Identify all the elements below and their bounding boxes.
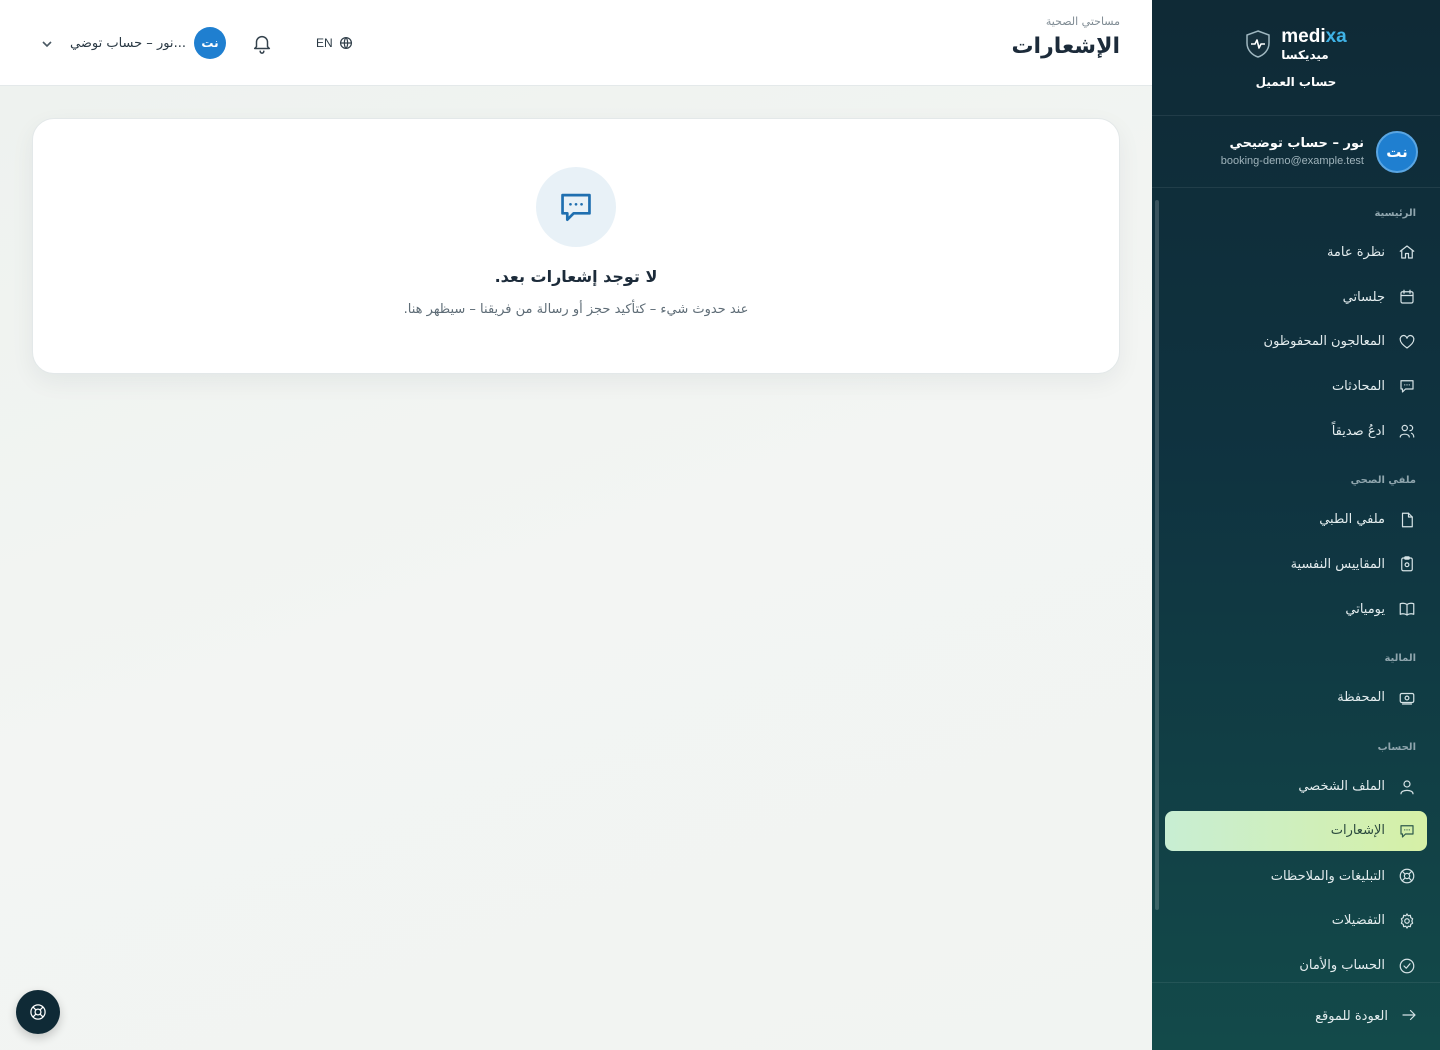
- book-icon: [1397, 599, 1417, 619]
- avatar[interactable]: نت: [1376, 130, 1418, 173]
- page-title: الإشعارات: [1011, 34, 1120, 59]
- arrow-right-icon: [1400, 1006, 1418, 1028]
- main-content: لا توجد إشعارات بعد. عند حدوث شيء – كتأك…: [0, 86, 1152, 1050]
- sidebar-item-label: يومياتي: [1345, 601, 1385, 617]
- lifebuoy-icon: [30, 1004, 46, 1020]
- calendar-icon: [1397, 287, 1417, 307]
- top-header: مساحتي الصحية الإشعارات نور – حساب توضي.…: [0, 0, 1152, 86]
- check-circle-icon: [1397, 956, 1417, 976]
- back-to-site-label: العودة للموقع: [1315, 1009, 1388, 1024]
- user-card: نت نور – حساب توضيحي booking-demo@exampl…: [1152, 116, 1440, 188]
- sidebar-item-record[interactable]: ملفي الطبي: [1165, 497, 1427, 542]
- sidebar-item-notifications[interactable]: الإشعارات: [1165, 810, 1427, 851]
- sidebar-item-sessions[interactable]: جلساتي: [1165, 275, 1427, 320]
- section-label-finance: المالية: [1384, 653, 1416, 664]
- sidebar-item-label: التفضيلات: [1331, 913, 1385, 929]
- empty-state-title: لا توجد إشعارات بعد.: [494, 267, 658, 286]
- user-email: booking-demo@example.test: [1220, 155, 1364, 167]
- sidebar-item-label: المعالجون المحفوظون: [1263, 334, 1385, 350]
- bell-icon[interactable]: [248, 29, 276, 57]
- users-icon: [1397, 421, 1417, 441]
- brand-name-en: medixa: [1281, 25, 1347, 47]
- chat-icon: [536, 167, 616, 247]
- brand: medixa ميديكسا حساب العميل: [1152, 0, 1440, 116]
- brand-name-ar: ميديكسا: [1281, 47, 1329, 62]
- user-name: نور – حساب توضيحي: [1229, 136, 1364, 151]
- home-icon: [1397, 242, 1417, 262]
- sidebar-item-label: ملفي الطبي: [1319, 512, 1385, 528]
- sidebar-item-invite[interactable]: ادعُ صديقاً: [1165, 409, 1427, 454]
- file-icon: [1397, 510, 1417, 530]
- section-label-health: ملفي الصحي: [1350, 474, 1416, 486]
- header-tools: نور – حساب توضي... نت EN: [40, 26, 353, 60]
- sidebar-item-chats[interactable]: المحادثات: [1165, 364, 1427, 409]
- sidebar-item-label: الإشعارات: [1330, 823, 1385, 839]
- sidebar-item-label: ادعُ صديقاً: [1331, 423, 1385, 439]
- chat-icon: [1397, 821, 1417, 841]
- sidebar-item-label: الحساب والأمان: [1299, 958, 1385, 974]
- sidebar-item-reports[interactable]: التبليغات والملاحظات: [1165, 854, 1427, 899]
- empty-state-card: لا توجد إشعارات بعد. عند حدوث شيء – كتأك…: [32, 118, 1120, 374]
- sidebar-item-label: المقاييس النفسية: [1290, 556, 1385, 572]
- sidebar-item-label: التبليغات والملاحظات: [1270, 868, 1385, 884]
- sidebar-item-preferences[interactable]: التفضيلات: [1165, 899, 1427, 944]
- user-icon: [1397, 777, 1417, 797]
- sidebar-item-profile[interactable]: الملف الشخصي: [1165, 764, 1427, 809]
- sidebar-item-journal[interactable]: يومياتي: [1165, 587, 1427, 632]
- wallet-icon: [1397, 688, 1417, 708]
- lifebuoy-icon: [1397, 866, 1417, 886]
- sidebar-item-label: المحادثات: [1331, 378, 1385, 394]
- chevron-down-icon[interactable]: [40, 36, 54, 50]
- sidebar-item-overview[interactable]: نظرة عامة: [1165, 230, 1427, 275]
- clipboard-icon: [1397, 554, 1417, 574]
- back-to-site-link[interactable]: العودة للموقع: [1152, 982, 1440, 1050]
- sidebar-item-label: الملف الشخصي: [1298, 779, 1385, 795]
- sidebar-item-wallet[interactable]: المحفظة: [1165, 676, 1427, 721]
- section-label-main: الرئيسية: [1374, 207, 1416, 219]
- heart-icon: [1397, 332, 1417, 352]
- sidebar: medixa ميديكسا حساب العميل نت نور – حساب…: [1152, 0, 1440, 1050]
- language-switcher[interactable]: EN: [316, 36, 353, 50]
- sidebar-nav: الرئيسية نظرة عامة جلساتي المعالجون المح…: [1152, 196, 1440, 988]
- sidebar-item-label: نظرة عامة: [1326, 244, 1385, 260]
- section-label-account: الحساب: [1377, 741, 1416, 753]
- sidebar-item-saved[interactable]: المعالجون المحفوظون: [1165, 319, 1427, 364]
- avatar[interactable]: نت: [193, 27, 226, 59]
- sidebar-item-scales[interactable]: المقاييس النفسية: [1165, 542, 1427, 587]
- account-menu-label[interactable]: نور – حساب توضي...: [70, 36, 186, 51]
- language-label: EN: [315, 36, 333, 50]
- gear-icon: [1397, 911, 1417, 931]
- help-button[interactable]: [16, 990, 60, 1034]
- sidebar-item-label: المحفظة: [1337, 690, 1385, 706]
- account-type-label: حساب العميل: [1255, 74, 1337, 89]
- logo[interactable]: medixa ميديكسا: [1245, 27, 1347, 61]
- sidebar-item-label: جلساتي: [1342, 289, 1385, 305]
- shield-logo-icon: [1246, 29, 1270, 58]
- breadcrumb[interactable]: مساحتي الصحية: [1011, 15, 1120, 28]
- globe-icon: [339, 36, 352, 50]
- empty-state-description: عند حدوث شيء – كتأكيد حجز أو رسالة من فر…: [403, 302, 749, 317]
- chat-icon: [1397, 376, 1417, 396]
